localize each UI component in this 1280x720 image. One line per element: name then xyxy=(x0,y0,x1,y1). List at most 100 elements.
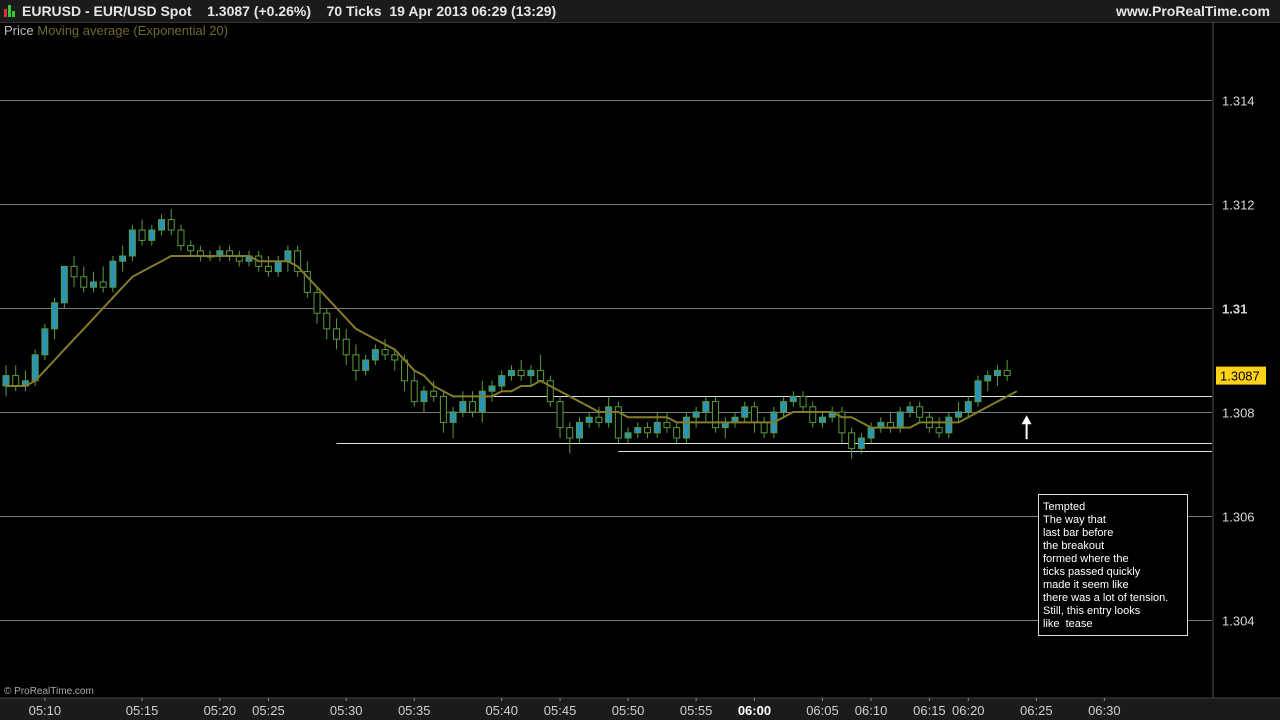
annotations: 1.3087 xyxy=(1021,366,1266,440)
candle-body xyxy=(119,255,127,262)
candle-body xyxy=(41,328,49,356)
candle-body xyxy=(430,390,438,397)
note-line: made it seem like xyxy=(1043,579,1129,591)
candle-body xyxy=(381,349,389,356)
x-tick-label: 05:45 xyxy=(544,703,577,718)
candle-body xyxy=(31,354,39,382)
candle-body xyxy=(566,427,574,439)
candle-body xyxy=(906,406,914,413)
y-tick-label: 1.308 xyxy=(1222,406,1255,421)
candle-body xyxy=(51,302,59,330)
candle-body xyxy=(556,401,564,429)
x-tick-label: 05:50 xyxy=(612,703,645,718)
x-tick-label: 06:00 xyxy=(738,703,771,718)
candle-body xyxy=(410,380,418,403)
y-tick-label: 1.31 xyxy=(1222,302,1247,317)
candle-body xyxy=(964,401,972,413)
candle-body xyxy=(1003,369,1011,377)
candle-body xyxy=(799,395,807,408)
candle-body xyxy=(585,416,593,423)
candle-body xyxy=(896,411,904,429)
candle-body xyxy=(342,338,350,356)
candle-body xyxy=(284,250,292,262)
candle-body xyxy=(945,416,953,434)
candle-body xyxy=(128,229,136,257)
candle-body xyxy=(848,432,856,449)
candle-body xyxy=(507,369,515,377)
note-line: like tease xyxy=(1043,618,1093,630)
note-line: Still, this entry looks xyxy=(1043,605,1141,617)
candle-body xyxy=(60,265,68,304)
candle-body xyxy=(702,401,710,413)
y-tick-label: 1.304 xyxy=(1222,614,1255,629)
candle-body xyxy=(148,229,156,241)
candle-body xyxy=(644,427,652,434)
candle-body xyxy=(274,260,282,273)
candle-body xyxy=(167,219,175,231)
candle-body xyxy=(89,281,97,288)
candle-body xyxy=(818,416,826,423)
candle-body xyxy=(70,265,78,278)
x-tick-label: 05:10 xyxy=(29,703,62,718)
candle-body xyxy=(712,401,720,429)
entry-arrow-icon xyxy=(1021,415,1032,425)
candle-body xyxy=(575,421,583,439)
candle-body xyxy=(517,369,525,377)
candle-body xyxy=(692,411,700,418)
candle-body xyxy=(867,427,875,439)
candle-body xyxy=(760,421,768,434)
candle-body xyxy=(2,375,10,387)
candle-body xyxy=(488,385,496,392)
candle-body xyxy=(624,432,632,439)
candle-body xyxy=(323,312,331,330)
candle-body xyxy=(682,416,690,439)
candle-body xyxy=(109,260,117,288)
candle-body xyxy=(99,281,107,288)
candle-body xyxy=(371,349,379,361)
candle-body xyxy=(935,427,943,434)
candle-body xyxy=(741,406,749,418)
note-line: The way that xyxy=(1043,514,1106,526)
candle-body xyxy=(332,328,340,340)
x-tick-label: 06:20 xyxy=(952,703,985,718)
candle-body xyxy=(955,411,963,418)
candle-body xyxy=(449,411,457,423)
y-tick-label: 1.312 xyxy=(1222,198,1255,213)
note-line: the breakout xyxy=(1043,540,1105,552)
candle-body xyxy=(352,354,360,371)
x-tick-label: 06:05 xyxy=(806,703,839,718)
x-tick-label: 06:10 xyxy=(855,703,888,718)
x-tick-label: 05:30 xyxy=(330,703,363,718)
candle-body xyxy=(459,401,467,413)
candle-body xyxy=(663,421,671,429)
ema-line xyxy=(6,255,1018,429)
candle-body xyxy=(974,380,982,403)
note-line: there was a lot of tension. xyxy=(1043,592,1169,604)
x-tick-label: 06:30 xyxy=(1088,703,1121,718)
ma-line xyxy=(6,255,1018,429)
candle-body xyxy=(80,276,88,288)
candle-body xyxy=(478,390,486,413)
candle-body xyxy=(789,395,797,403)
candle-body xyxy=(498,375,506,387)
candle-body xyxy=(780,401,788,413)
grid xyxy=(0,100,1212,621)
candle-body xyxy=(12,375,20,387)
candle-body xyxy=(605,406,613,423)
y-tick-label: 1.306 xyxy=(1222,510,1255,525)
x-tick-label: 05:40 xyxy=(485,703,518,718)
candle-body xyxy=(138,229,146,241)
candle-body xyxy=(750,406,758,423)
candle-body xyxy=(439,395,447,423)
x-tick-label: 05:35 xyxy=(398,703,431,718)
candle-body xyxy=(984,375,992,382)
candle-body xyxy=(809,406,817,423)
candle-body xyxy=(187,245,195,252)
candle-body xyxy=(527,369,535,377)
watermark: © ProRealTime.com xyxy=(4,686,94,697)
x-tick-label: 06:15 xyxy=(913,703,946,718)
candle-body xyxy=(391,354,399,361)
candle-body xyxy=(158,219,166,231)
candle-body xyxy=(673,427,681,439)
candle-body xyxy=(916,406,924,418)
